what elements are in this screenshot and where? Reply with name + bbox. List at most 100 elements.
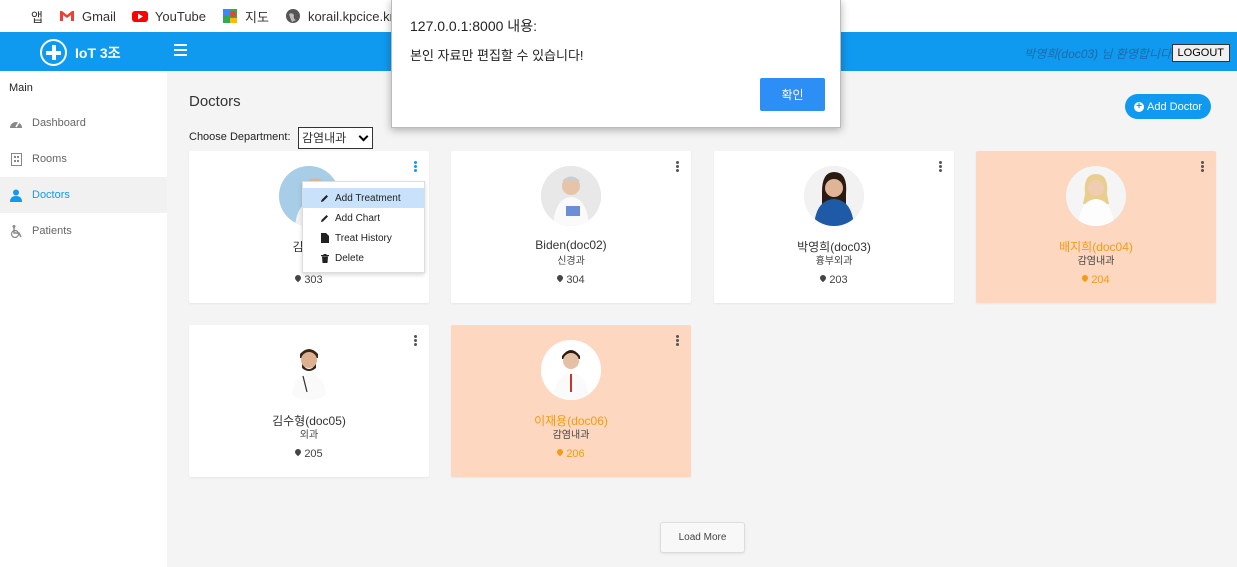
medical-cross-icon xyxy=(40,39,67,66)
bookmark-label: Gmail xyxy=(81,8,116,24)
sidebar-item-label: Patients xyxy=(32,225,72,237)
doctor-room: 203 xyxy=(714,274,954,286)
map-marker-icon xyxy=(295,449,301,458)
map-marker-icon xyxy=(1082,275,1088,284)
doctor-avatar xyxy=(541,340,601,400)
doctor-card[interactable]: 박영희(doc03) 흉부외과 203 xyxy=(714,151,954,303)
logout-button[interactable]: LOGOUT xyxy=(1171,44,1230,62)
sidebar-item-dashboard[interactable]: Dashboard xyxy=(0,105,167,141)
department-label: Choose Department: xyxy=(189,131,291,143)
more-options-icon[interactable] xyxy=(414,335,418,347)
doctor-room: 206 xyxy=(451,448,691,460)
bookmark-korail[interactable]: korail.kpcice.kr xyxy=(285,6,394,26)
add-doctor-button[interactable]: + Add Doctor xyxy=(1125,94,1212,119)
card-options-menu: Add Treatment Add Chart Treat History De… xyxy=(302,181,425,273)
menu-item-treat-history[interactable]: Treat History xyxy=(303,228,424,248)
room-number: 206 xyxy=(566,448,585,460)
chevron-down-icon xyxy=(358,131,369,142)
welcome-message: 박영희(doc03) 님 환영합니다 xyxy=(1024,47,1171,61)
dashboard-icon xyxy=(9,116,23,130)
trash-icon xyxy=(320,253,329,263)
map-marker-icon xyxy=(295,275,301,284)
more-options-icon[interactable] xyxy=(1201,161,1205,173)
doctor-department: 감염내과 xyxy=(1077,256,1115,267)
map-marker-icon xyxy=(557,449,563,458)
brand-title: IoT 3조 xyxy=(75,44,121,61)
dialog-ok-button[interactable]: 확인 xyxy=(760,78,825,111)
doctor-avatar xyxy=(1066,166,1126,226)
doctor-name: Biden(doc02) xyxy=(535,238,607,252)
bookmark-label: korail.kpcice.kr xyxy=(307,8,394,24)
sidebar-item-doctors[interactable]: Doctors xyxy=(0,177,167,213)
apps-icon xyxy=(8,8,24,24)
room-number: 205 xyxy=(304,448,323,460)
doctor-department: 신경과 xyxy=(557,256,585,267)
more-options-icon[interactable] xyxy=(939,161,943,173)
plus-icon: + xyxy=(1134,101,1144,112)
youtube-icon xyxy=(131,8,148,24)
hamburger-menu-icon[interactable] xyxy=(174,44,187,56)
department-select[interactable]: 감염내과 xyxy=(298,127,373,149)
sidebar-item-label: Rooms xyxy=(32,153,67,165)
sidebar-section-title: Main xyxy=(9,82,33,94)
file-icon xyxy=(320,233,329,243)
doctor-department: 감염내과 xyxy=(552,430,590,441)
bookmark-apps[interactable]: 앱 xyxy=(8,6,43,26)
menu-item-label: Delete xyxy=(335,252,364,264)
department-selected-value: 감염내과 xyxy=(302,131,347,145)
doctor-room: 303 xyxy=(189,274,429,286)
page-title: Doctors xyxy=(189,93,241,110)
globe-icon xyxy=(285,8,301,24)
bookmark-label: 앱 xyxy=(31,9,43,25)
room-number: 304 xyxy=(566,274,585,286)
dialog-message: 본인 자료만 편집할 수 있습니다! xyxy=(410,48,584,63)
menu-item-label: Treat History xyxy=(335,232,392,244)
map-marker-icon xyxy=(820,275,826,284)
menu-item-add-chart[interactable]: Add Chart xyxy=(303,208,424,228)
bookmark-label: YouTube xyxy=(154,8,207,24)
sidebar-item-label: Doctors xyxy=(32,189,70,201)
sidebar-item-rooms[interactable]: Rooms xyxy=(0,141,167,177)
doctor-card[interactable]: 김수형(doc05) 외과 205 xyxy=(189,325,429,477)
maps-icon xyxy=(222,8,238,24)
more-options-icon[interactable] xyxy=(414,161,418,173)
doctor-room: 304 xyxy=(451,274,691,286)
doctor-room: 205 xyxy=(189,448,429,460)
room-number: 204 xyxy=(1091,274,1110,286)
menu-item-add-treatment[interactable]: Add Treatment xyxy=(303,188,424,208)
sidebar: Main Dashboard Rooms Doctors Patients xyxy=(0,71,167,567)
pencil-icon xyxy=(320,214,329,223)
bookmark-maps[interactable]: 지도 xyxy=(222,6,269,26)
menu-item-label: Add Treatment xyxy=(335,192,401,204)
load-more-button[interactable]: Load More xyxy=(660,522,745,553)
doctor-card[interactable]: 이재용(doc06) 감염내과 206 xyxy=(451,325,691,477)
doctor-avatar xyxy=(541,166,601,226)
add-doctor-label: Add Doctor xyxy=(1147,100,1203,113)
doctors-icon xyxy=(9,188,23,202)
doctor-department: 흉부외과 xyxy=(815,256,853,267)
doctor-avatar xyxy=(279,340,339,400)
doctor-department: 외과 xyxy=(299,430,319,441)
doctor-card[interactable]: 배지희(doc04) 감염내과 204 xyxy=(976,151,1216,303)
room-number: 303 xyxy=(304,274,323,286)
pencil-icon xyxy=(320,194,329,203)
more-options-icon[interactable] xyxy=(676,335,680,347)
sidebar-item-patients[interactable]: Patients xyxy=(0,213,167,249)
brand[interactable]: IoT 3조 xyxy=(40,39,121,66)
alert-dialog: 127.0.0.1:8000 내용: 본인 자료만 편집할 수 있습니다! 확인 xyxy=(391,0,841,128)
bookmark-youtube[interactable]: YouTube xyxy=(131,6,207,26)
map-marker-icon xyxy=(557,275,563,284)
bookmark-gmail[interactable]: Gmail xyxy=(59,6,116,26)
doctor-card[interactable]: Biden(doc02) 신경과 304 xyxy=(451,151,691,303)
gmail-icon xyxy=(59,8,75,24)
menu-item-label: Add Chart xyxy=(335,212,381,224)
rooms-icon xyxy=(9,152,23,166)
menu-item-delete[interactable]: Delete xyxy=(303,248,424,268)
more-options-icon[interactable] xyxy=(676,161,680,173)
doctor-avatar xyxy=(804,166,864,226)
bookmark-label: 지도 xyxy=(245,9,269,25)
sidebar-item-label: Dashboard xyxy=(32,117,86,129)
wheelchair-icon xyxy=(9,224,23,238)
dialog-title: 127.0.0.1:8000 내용: xyxy=(410,18,537,34)
room-number: 203 xyxy=(829,274,848,286)
